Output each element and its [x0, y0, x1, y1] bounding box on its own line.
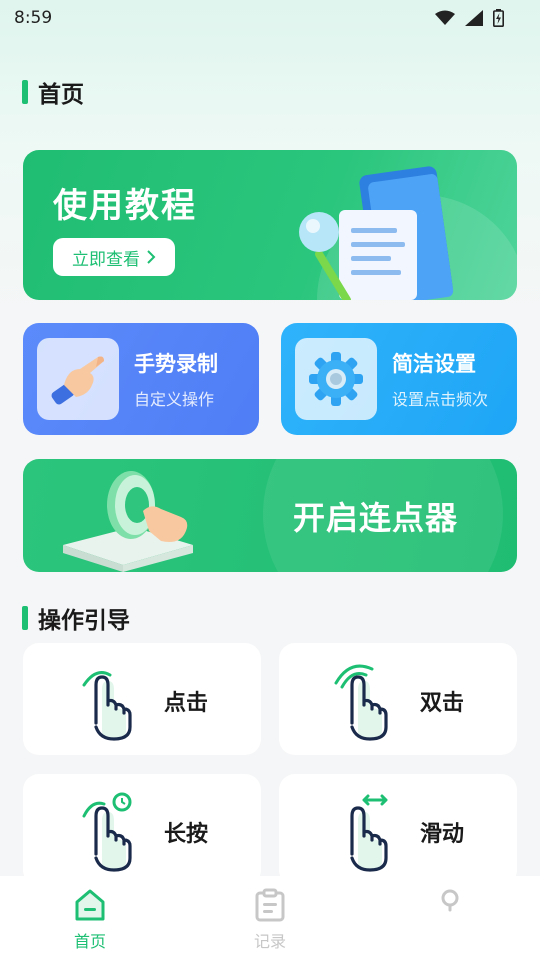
pointing-hand-icon: [51, 356, 104, 405]
guide-card-swipe[interactable]: 滑动: [279, 774, 517, 886]
guide-title-text: 操作引导: [38, 608, 130, 634]
long-press-gesture-icon: [82, 792, 132, 872]
tab-home-label: 首页: [73, 932, 106, 951]
clipboard-icon: [255, 888, 285, 922]
title-accent-bar: [22, 80, 28, 104]
tap-gesture-icon: [82, 671, 132, 741]
gesture-card-subtitle: 自定义操作: [134, 390, 215, 409]
guide-tap-label: 点击: [164, 691, 209, 716]
gesture-icon-box: [37, 338, 119, 420]
settings-card-title: 简洁设置: [392, 352, 476, 376]
status-bar: 8:59: [0, 0, 540, 36]
guide-double-tap-label: 双击: [420, 691, 465, 716]
simple-settings-card[interactable]: 简洁设置 设置点击频次: [281, 323, 517, 435]
wifi-icon: [435, 10, 455, 25]
guide-section-title: 操作引导: [22, 601, 130, 635]
guide-accent-bar: [22, 606, 28, 630]
status-icons: [435, 9, 504, 27]
guide-long-press-label: 长按: [164, 822, 209, 847]
tab-records-label: 记录: [253, 932, 286, 951]
gear-icon: [309, 352, 363, 406]
banner-title: 使用教程: [53, 186, 197, 226]
settings-card-subtitle: 设置点击频次: [392, 390, 489, 409]
start-clicker-label: 开启连点器: [293, 499, 459, 537]
guide-card-double-tap[interactable]: 双击: [279, 643, 517, 755]
tab-home[interactable]: 首页: [0, 876, 180, 960]
status-time: 8:59: [14, 8, 53, 28]
tap-button-illustration: [63, 471, 193, 572]
swipe-gesture-icon: [350, 794, 388, 872]
gesture-recording-card[interactable]: 手势录制 自定义操作: [23, 323, 259, 435]
guide-swipe-label: 滑动: [420, 822, 465, 847]
view-now-label: 立即查看: [72, 249, 140, 270]
profile-icon: [441, 889, 459, 912]
battery-icon: [493, 9, 504, 27]
double-tap-gesture-icon: [334, 664, 388, 741]
settings-icon-box: [295, 338, 377, 420]
view-now-button[interactable]: 立即查看: [53, 238, 175, 276]
page-title: 首页: [22, 75, 84, 109]
chevron-right-icon: [147, 250, 156, 264]
tutorial-book-illustration: [299, 166, 517, 300]
guide-card-long-press[interactable]: 长按: [23, 774, 261, 886]
tab-profile[interactable]: [360, 876, 540, 960]
tab-records[interactable]: 记录: [180, 876, 360, 960]
guide-card-tap[interactable]: 点击: [23, 643, 261, 755]
tutorial-banner[interactable]: 使用教程 立即查看: [23, 150, 517, 300]
gesture-card-title: 手势录制: [134, 352, 218, 376]
home-icon: [75, 889, 105, 921]
page-title-text: 首页: [38, 82, 84, 108]
bottom-tab-bar: 首页 记录: [0, 876, 540, 960]
start-clicker-button[interactable]: 开启连点器: [23, 459, 517, 572]
signal-icon: [465, 10, 483, 26]
